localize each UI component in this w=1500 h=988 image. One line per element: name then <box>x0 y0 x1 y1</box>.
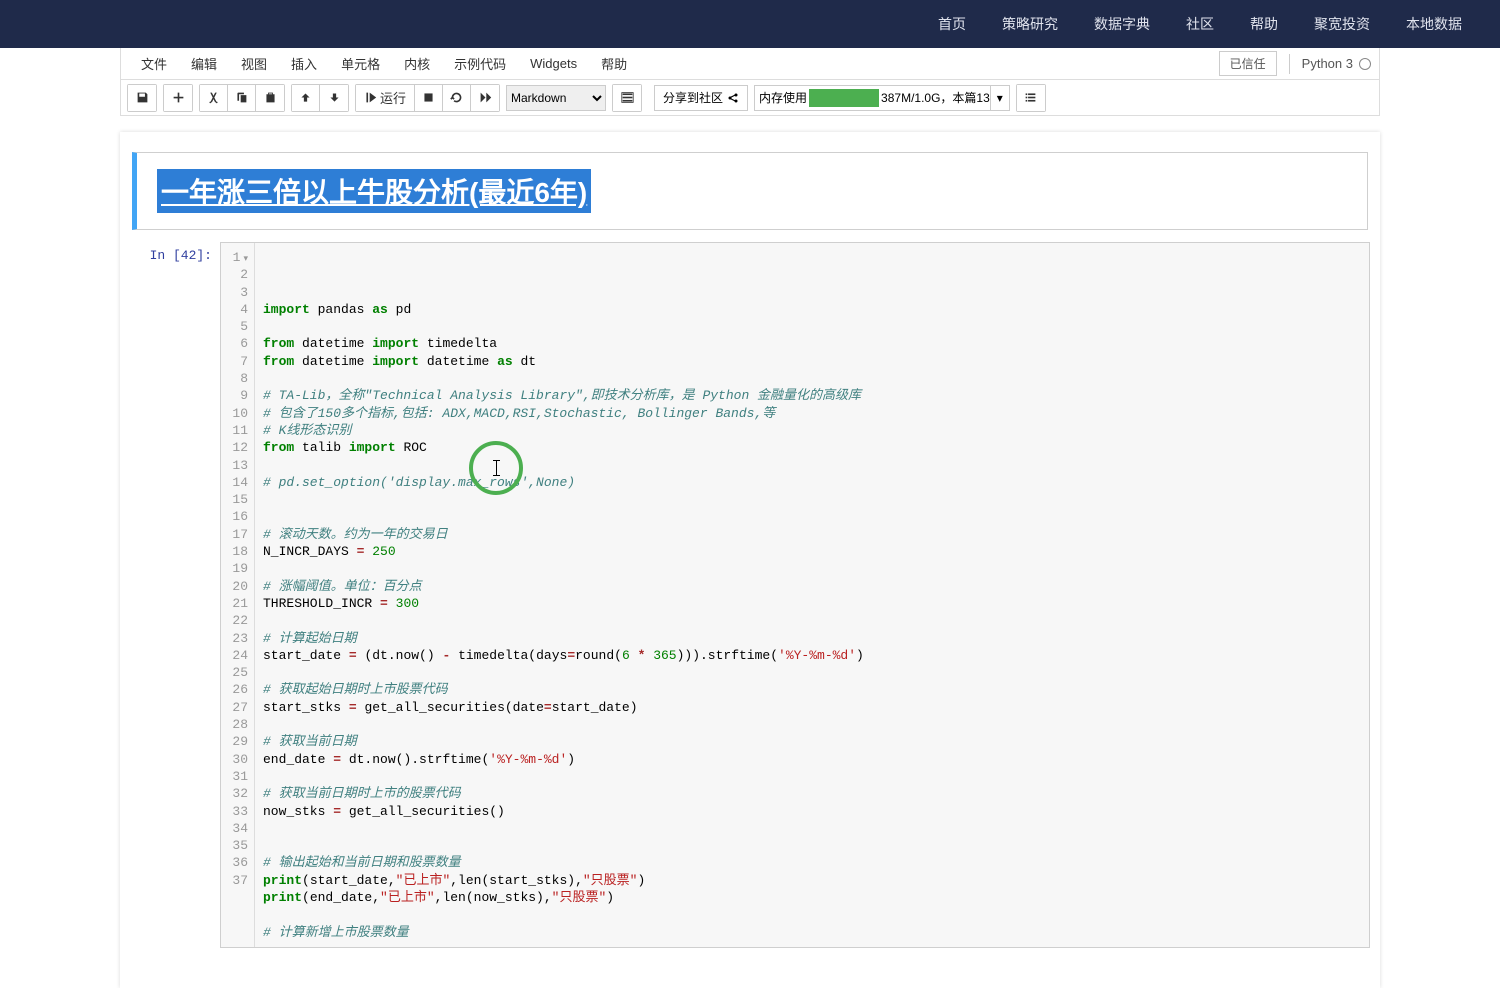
menu-file[interactable]: 文件 <box>129 50 179 77</box>
kernel-name: Python 3 <box>1302 56 1353 71</box>
cut-button[interactable] <box>200 85 228 111</box>
code-input-area[interactable]: 1234567891011121314151617181920212223242… <box>220 242 1370 948</box>
run-label: 运行 <box>380 88 406 107</box>
restart-run-all-button[interactable] <box>471 85 499 111</box>
toc-button[interactable] <box>1017 85 1045 111</box>
mem-bar <box>809 89 879 107</box>
share-label: 分享到社区 <box>663 89 723 106</box>
share-button[interactable]: 分享到社区 <box>654 85 748 111</box>
share-icon <box>727 92 739 104</box>
code-cell[interactable]: In [42]: 1234567891011121314151617181920… <box>130 242 1370 948</box>
nav-strategy[interactable]: 策略研究 <box>984 14 1076 34</box>
memory-usage[interactable]: 内存使用 387M/1.0G，本篇13 ▾ <box>754 85 1010 111</box>
nav-home[interactable]: 首页 <box>920 14 984 34</box>
move-down-button[interactable] <box>320 85 348 111</box>
stop-button[interactable] <box>415 85 443 111</box>
nav-joinquant[interactable]: 聚宽投资 <box>1296 14 1388 34</box>
kernel-status-icon[interactable] <box>1359 58 1371 70</box>
nav-community[interactable]: 社区 <box>1168 14 1232 34</box>
copy-button[interactable] <box>228 85 256 111</box>
nav-local-data[interactable]: 本地数据 <box>1388 14 1480 34</box>
add-cell-button[interactable] <box>164 85 192 111</box>
mem-label: 内存使用 <box>759 89 807 106</box>
markdown-title: 一年涨三倍以上牛股分析(最近6年) <box>157 169 591 213</box>
code-content[interactable]: import pandas as pd from datetime import… <box>255 243 1369 947</box>
kernel-indicator: Python 3 <box>1302 56 1371 71</box>
move-up-button[interactable] <box>292 85 320 111</box>
cell-type-select[interactable]: Markdown <box>506 85 606 111</box>
restart-button[interactable] <box>443 85 471 111</box>
run-button[interactable]: 运行 <box>356 85 415 111</box>
line-gutter: 1234567891011121314151617181920212223242… <box>221 243 255 947</box>
menu-examples[interactable]: 示例代码 <box>442 50 518 77</box>
menu-view[interactable]: 视图 <box>229 50 279 77</box>
menu-insert[interactable]: 插入 <box>279 50 329 77</box>
save-button[interactable] <box>128 85 156 111</box>
menu-help[interactable]: 帮助 <box>589 50 639 77</box>
menu-edit[interactable]: 编辑 <box>179 50 229 77</box>
markdown-cell[interactable]: 一年涨三倍以上牛股分析(最近6年) <box>132 152 1368 230</box>
menu-kernel[interactable]: 内核 <box>392 50 442 77</box>
top-nav: 首页 策略研究 数据字典 社区 帮助 聚宽投资 本地数据 <box>0 0 1500 48</box>
nav-help[interactable]: 帮助 <box>1232 14 1296 34</box>
mem-value: 387M/1.0G，本篇13 <box>881 89 990 106</box>
menu-cell[interactable]: 单元格 <box>329 50 392 77</box>
cell-prompt: In [42]: <box>130 242 220 948</box>
menu-widgets[interactable]: Widgets <box>518 52 589 75</box>
toolbar: 运行 Markdown 分享到社区 内存使用 387M/1.0G，本篇13 ▾ <box>120 80 1380 116</box>
nav-data-dict[interactable]: 数据字典 <box>1076 14 1168 34</box>
command-palette-button[interactable] <box>613 85 641 111</box>
mem-dropdown-icon[interactable]: ▾ <box>990 86 1009 110</box>
trusted-indicator[interactable]: 已信任 <box>1219 51 1277 76</box>
menubar: 文件 编辑 视图 插入 单元格 内核 示例代码 Widgets 帮助 已信任 P… <box>120 48 1380 80</box>
notebook-container: 一年涨三倍以上牛股分析(最近6年) In [42]: 1234567891011… <box>120 132 1380 988</box>
paste-button[interactable] <box>256 85 284 111</box>
